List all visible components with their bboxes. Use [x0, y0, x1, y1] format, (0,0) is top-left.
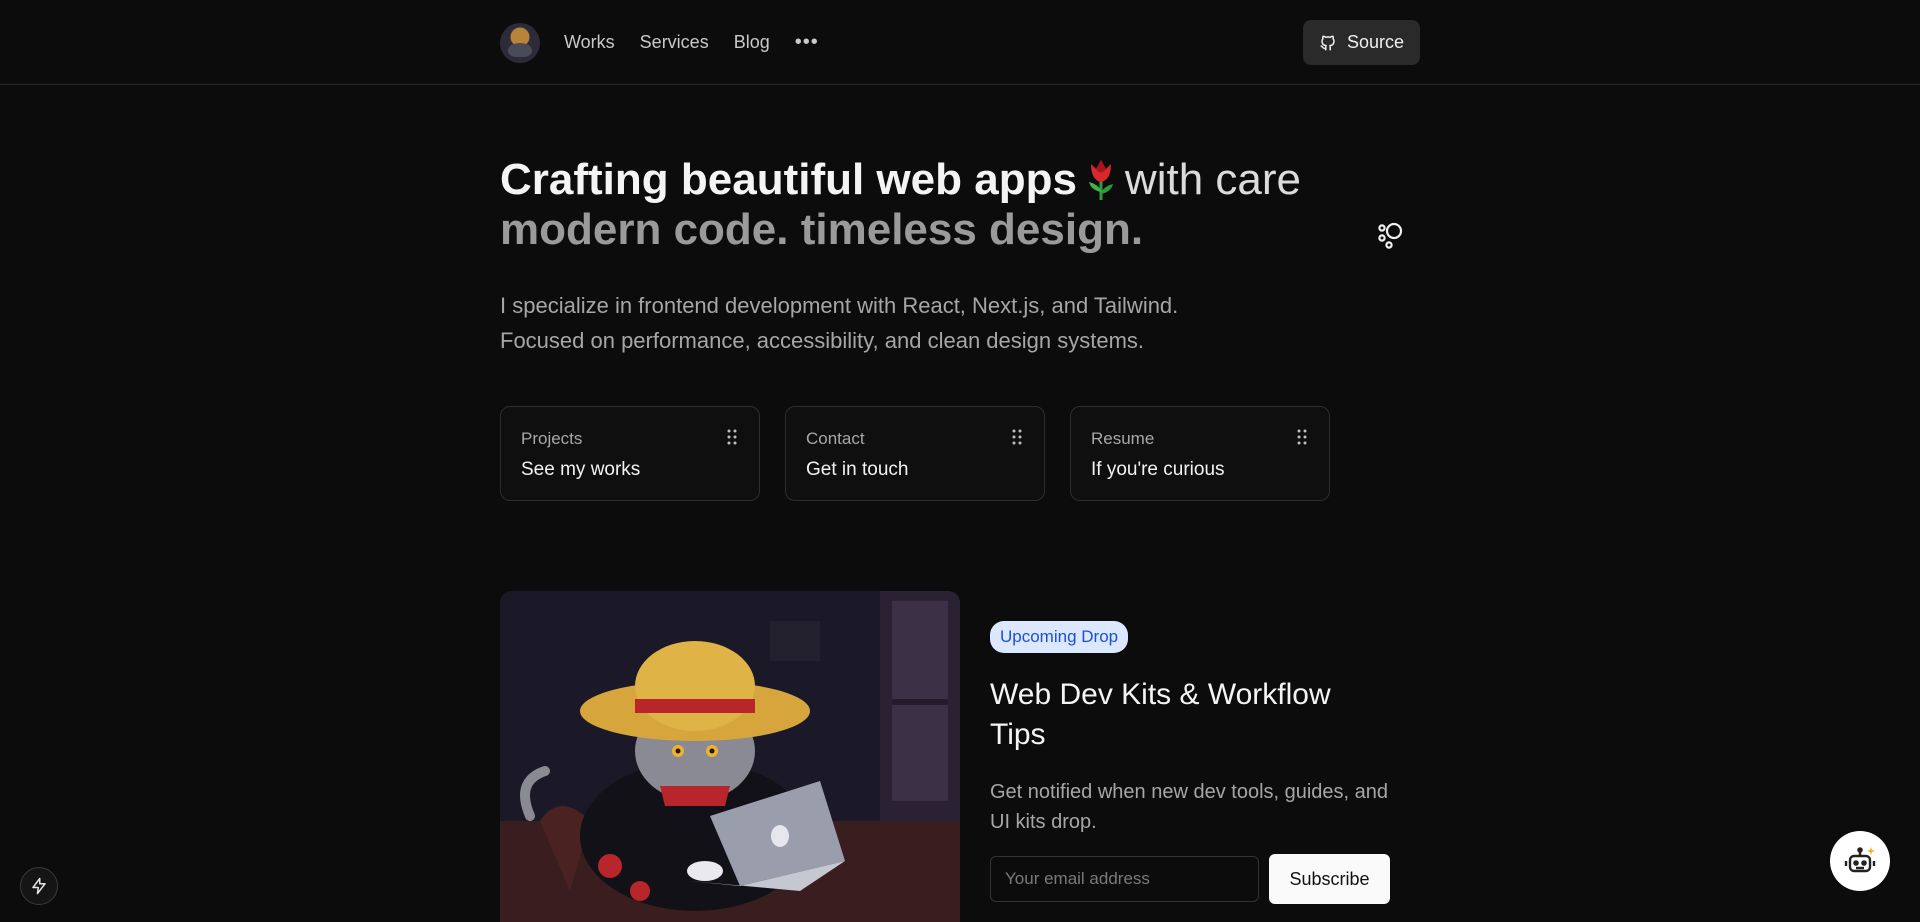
nav-links: Works Services Blog •••: [564, 31, 819, 54]
top-navigation-bar: Works Services Blog ••• Source: [0, 0, 1920, 85]
github-icon: [1320, 35, 1335, 50]
card-title: If you're curious: [1091, 459, 1225, 480]
theme-toggle-icon[interactable]: [1375, 220, 1405, 250]
email-input[interactable]: [990, 856, 1259, 902]
card-title: See my works: [521, 459, 641, 480]
hero-subhead: modern code. timeless design.: [500, 205, 1144, 254]
newsletter-title: Web Dev Kits & Workflow Tips: [990, 678, 1331, 751]
source-button-label: Source: [1346, 32, 1404, 52]
chatbot-button[interactable]: [1830, 831, 1890, 891]
headline-bold-text: Crafting beautiful web apps: [500, 155, 1077, 204]
intro-line-1: I specialize in frontend development wit…: [500, 293, 1179, 318]
card-label: Contact: [806, 429, 865, 448]
headline-light-text: with care: [1124, 155, 1301, 204]
card-resume[interactable]: Resume If you're curious: [1070, 406, 1330, 501]
newsletter-description: Get notified when new dev tools, guides,…: [990, 781, 1389, 833]
lightning-button[interactable]: [20, 867, 58, 905]
drag-handle-icon[interactable]: [1012, 429, 1022, 445]
nav-link-blog[interactable]: Blog: [734, 32, 770, 53]
robot-icon: [1844, 847, 1876, 873]
intro-paragraph: I specialize in frontend development wit…: [500, 288, 1260, 358]
upcoming-drop-badge: Upcoming Drop: [990, 621, 1129, 653]
quick-link-cards: Projects See my works Contact Get in tou…: [500, 406, 1330, 501]
hero-headline: Crafting beautiful web apps with care: [500, 155, 1420, 205]
intro-line-2: Focused on performance, accessibility, a…: [500, 328, 1145, 353]
card-projects[interactable]: Projects See my works: [500, 406, 760, 501]
drag-handle-icon[interactable]: [1297, 429, 1307, 445]
nav-container: Works Services Blog ••• Source: [500, 0, 1420, 85]
subscribe-button[interactable]: Subscribe: [1269, 854, 1390, 904]
card-title: Get in touch: [806, 459, 909, 480]
lightning-icon: [32, 877, 46, 895]
more-menu-icon[interactable]: •••: [795, 31, 819, 54]
newsletter-section: Upcoming Drop Web Dev Kits & Workflow Ti…: [990, 621, 1420, 904]
card-label: Projects: [521, 429, 583, 448]
source-button[interactable]: Source: [1302, 20, 1420, 65]
cat-with-laptop-image: [500, 591, 960, 922]
avatar-logo[interactable]: [500, 22, 540, 63]
tulip-icon: [1088, 160, 1113, 200]
newsletter-signup-form: Subscribe: [990, 854, 1420, 904]
drag-handle-icon[interactable]: [727, 429, 737, 445]
hero-section: Crafting beautiful web apps with care mo…: [500, 155, 1420, 255]
card-contact[interactable]: Contact Get in touch: [785, 406, 1045, 501]
pixel-cat-illustration: [500, 591, 960, 922]
card-label: Resume: [1091, 429, 1155, 448]
nav-link-services[interactable]: Services: [640, 32, 709, 53]
nav-link-works[interactable]: Works: [564, 32, 615, 53]
